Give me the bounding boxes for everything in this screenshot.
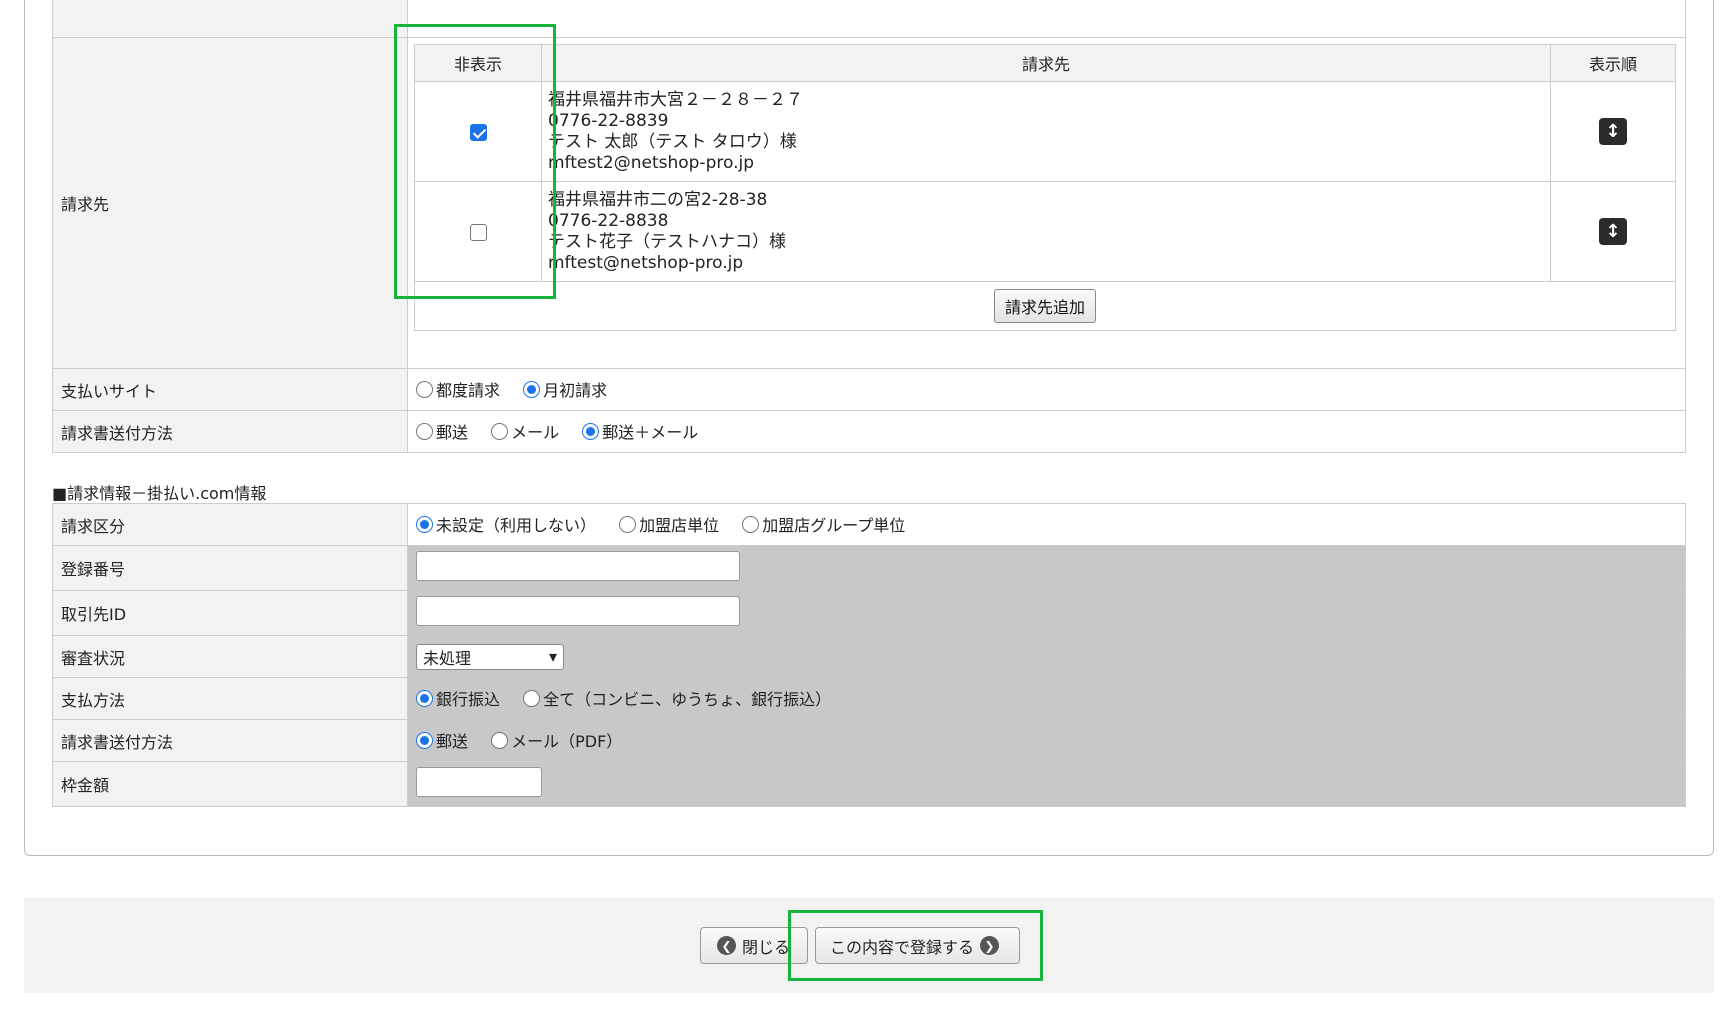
- radio-icon[interactable]: [619, 515, 637, 533]
- credit-limit-input[interactable]: [416, 767, 542, 797]
- add-row: 請求先追加: [414, 281, 1676, 331]
- kakebarai-section-title: ■請求情報－掛払い.com情報: [52, 484, 267, 503]
- radio-mail[interactable]: 郵送: [416, 419, 468, 443]
- radio-bank-transfer[interactable]: 銀行振込: [416, 686, 500, 710]
- radio-label: 郵送: [436, 423, 469, 443]
- kakebarai-table: 請求区分 未設定（利用しない） 加盟店単位 加盟店グループ単位 登録番号 取引先…: [52, 503, 1686, 807]
- phone-line: 0776-22-8839: [548, 110, 669, 131]
- invoice-delivery-label: 請求書送付方法: [52, 410, 408, 453]
- billing-type-label: 請求区分: [52, 503, 408, 546]
- radio-email[interactable]: メール: [491, 419, 559, 443]
- radio-mail-and-email[interactable]: 郵送＋メール: [582, 419, 698, 443]
- radio-all-methods[interactable]: 全て（コンビニ、ゆうちょ、銀行振込）: [523, 686, 831, 710]
- sort-handle-icon[interactable]: ↕: [1599, 218, 1627, 245]
- radio-per-invoice[interactable]: 都度請求: [416, 377, 500, 401]
- billing-label: 請求先: [52, 37, 408, 369]
- address-cell: 福井県福井市二の宮2-28-38 0776-22-8838 テスト花子（テストハ…: [541, 181, 1551, 282]
- address-line: 福井県福井市大宮２－２８－２７: [548, 89, 803, 110]
- radio-label: 郵送＋メール: [602, 423, 699, 443]
- radio-merchant-group[interactable]: 加盟店グループ単位: [742, 512, 905, 536]
- radio-icon[interactable]: [416, 731, 433, 749]
- radio-icon[interactable]: [416, 689, 433, 707]
- radio-icon[interactable]: [582, 422, 600, 440]
- chevron-down-icon: ▾: [548, 647, 557, 666]
- radio-icon[interactable]: [491, 422, 509, 440]
- radio-icon[interactable]: [523, 380, 541, 398]
- registration-number-cell: [407, 545, 1686, 591]
- add-billing-button[interactable]: 請求先追加: [993, 289, 1096, 323]
- submit-button-highlight: [788, 910, 1043, 981]
- kakebarai-invoice-delivery-label: 請求書送付方法: [52, 719, 408, 762]
- radio-icon[interactable]: [416, 515, 433, 533]
- credit-limit-label: 枠金額: [52, 761, 408, 807]
- radio-monthly[interactable]: 月初請求: [523, 377, 607, 401]
- name-line: テスト 太郎（テスト タロウ）様: [548, 131, 797, 152]
- radio-label: 全て（コンビニ、ゆうちょ、銀行振込）: [543, 690, 832, 710]
- registration-number-input[interactable]: [416, 551, 740, 581]
- radio-label: メール（PDF）: [511, 732, 623, 752]
- billing-type-options: 未設定（利用しない） 加盟店単位 加盟店グループ単位: [407, 503, 1686, 546]
- order-cell: ↕: [1550, 81, 1676, 182]
- radio-label: 銀行振込: [436, 690, 501, 710]
- payment-site-options: 都度請求 月初請求: [407, 368, 1686, 411]
- table-row: 福井県福井市二の宮2-28-38 0776-22-8838 テスト花子（テストハ…: [414, 181, 1676, 282]
- radio-mail[interactable]: 郵送: [416, 728, 468, 752]
- chevron-left-icon: ❮: [717, 936, 736, 955]
- billing-address-table: 非表示 請求先 表示順 福井県福井市大宮２－２８－２７ 0776-22-8839…: [414, 44, 1676, 331]
- radio-label: 加盟店グループ単位: [762, 516, 906, 536]
- sort-handle-icon[interactable]: ↕: [1599, 118, 1627, 145]
- order-cell: ↕: [1550, 181, 1676, 282]
- radio-label: メール: [511, 423, 560, 443]
- review-status-cell: 未処理 ▾: [407, 635, 1686, 678]
- review-status-label: 審査状況: [52, 635, 408, 678]
- client-id-label: 取引先ID: [52, 590, 408, 636]
- payment-method-label: 支払方法: [52, 677, 408, 720]
- address-line: 福井県福井市二の宮2-28-38: [548, 189, 768, 210]
- select-value: 未処理: [423, 648, 472, 668]
- client-id-cell: [407, 590, 1686, 636]
- hide-column-highlight: [394, 24, 556, 299]
- close-button-label: 閉じる: [742, 937, 791, 957]
- previous-row-value: [407, 0, 1686, 38]
- review-status-select[interactable]: 未処理 ▾: [416, 643, 564, 670]
- radio-label: 郵送: [436, 732, 469, 752]
- payment-method-options: 銀行振込 全て（コンビニ、ゆうちょ、銀行振込）: [407, 677, 1686, 720]
- radio-icon[interactable]: [416, 380, 433, 398]
- address-column-header: 請求先: [541, 44, 1551, 82]
- order-column-header: 表示順: [1550, 44, 1676, 82]
- radio-icon[interactable]: [523, 689, 541, 707]
- previous-row-label: [52, 0, 408, 38]
- phone-line: 0776-22-8838: [548, 210, 669, 231]
- payment-site-label: 支払いサイト: [52, 368, 408, 411]
- radio-unset[interactable]: 未設定（利用しない）: [416, 512, 596, 536]
- kakebarai-invoice-delivery-options: 郵送 メール（PDF）: [407, 719, 1686, 762]
- name-line: テスト花子（テストハナコ）様: [548, 231, 786, 252]
- radio-merchant[interactable]: 加盟店単位: [619, 512, 719, 536]
- radio-email-pdf[interactable]: メール（PDF）: [491, 728, 622, 752]
- email-line: mftest2@netshop-pro.jp: [548, 152, 754, 173]
- radio-icon[interactable]: [742, 515, 760, 533]
- registration-number-label: 登録番号: [52, 545, 408, 591]
- credit-limit-cell: [407, 761, 1686, 807]
- address-cell: 福井県福井市大宮２－２８－２７ 0776-22-8839 テスト 太郎（テスト …: [541, 81, 1551, 182]
- email-line: mftest@netshop-pro.jp: [548, 252, 744, 273]
- radio-icon[interactable]: [416, 422, 433, 440]
- radio-icon[interactable]: [491, 731, 509, 749]
- radio-label: 未設定（利用しない）: [436, 516, 597, 536]
- radio-label: 加盟店単位: [639, 516, 720, 536]
- table-row: 福井県福井市大宮２－２８－２７ 0776-22-8839 テスト 太郎（テスト …: [414, 81, 1676, 182]
- radio-label: 月初請求: [543, 381, 608, 401]
- client-id-input[interactable]: [416, 596, 740, 626]
- radio-label: 都度請求: [436, 381, 501, 401]
- invoice-delivery-options: 郵送 メール 郵送＋メール: [407, 410, 1686, 453]
